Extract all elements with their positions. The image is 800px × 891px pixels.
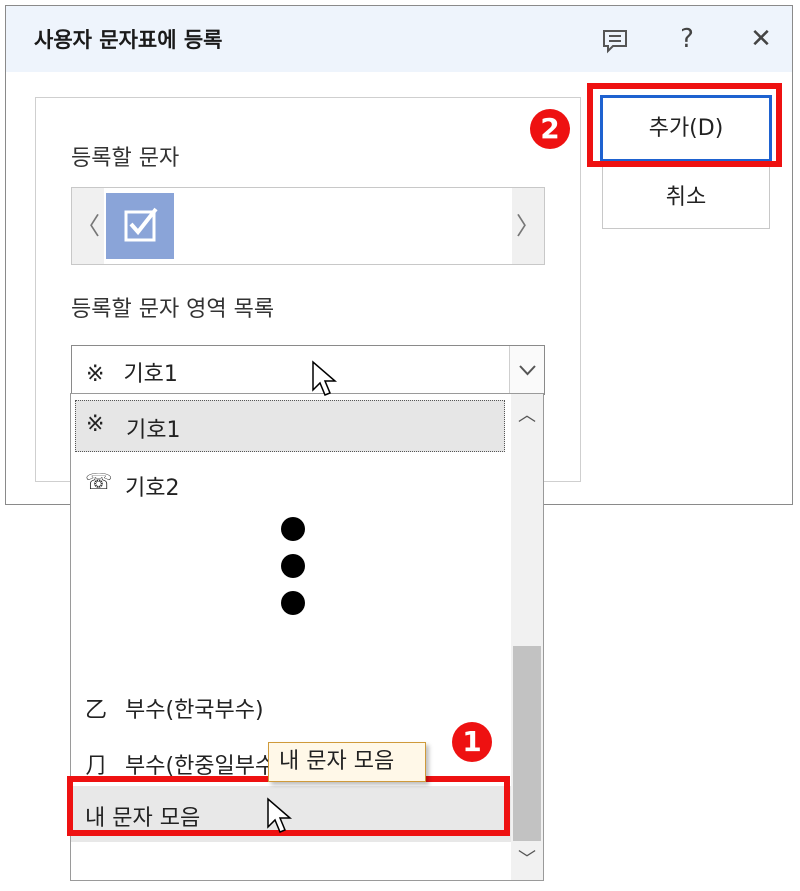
strip-right-arrow[interactable]: 〉 bbox=[512, 188, 544, 264]
highlight-add-button bbox=[587, 83, 782, 167]
annotation-badge-2: 2 bbox=[530, 109, 570, 149]
list-item[interactable]: ☏ 기호2 bbox=[71, 456, 511, 512]
combo-symbol: ※ bbox=[86, 362, 105, 387]
item-symbol: ※ bbox=[86, 412, 105, 437]
mouse-cursor-icon bbox=[267, 797, 293, 833]
item-label: 기호2 bbox=[125, 476, 180, 501]
item-label: 기호1 bbox=[126, 418, 181, 443]
dialog-title: 사용자 문자표에 등록 bbox=[34, 28, 223, 52]
scroll-up-button[interactable]: ︿ bbox=[511, 396, 543, 436]
item-label: 부수(한국부수) bbox=[125, 698, 264, 723]
mouse-cursor-icon bbox=[312, 360, 338, 396]
item-symbol: 乙 bbox=[85, 698, 108, 723]
cancel-button[interactable]: 취소 bbox=[602, 166, 770, 229]
selected-char-cell[interactable] bbox=[106, 193, 174, 259]
combo-value: ※ 기호1 bbox=[86, 356, 178, 388]
ellipsis-dot bbox=[281, 591, 305, 615]
help-button[interactable]: ? bbox=[670, 24, 704, 54]
strip-left-arrow[interactable]: 〈 bbox=[72, 188, 104, 264]
ellipsis-dot bbox=[281, 517, 305, 541]
ellipsis-dot bbox=[281, 554, 305, 578]
title-bar: 사용자 문자표에 등록 ? ✕ bbox=[6, 6, 792, 72]
checkbox-icon bbox=[124, 207, 158, 242]
register-char-label: 등록할 문자 bbox=[71, 146, 180, 171]
scroll-down-button[interactable]: ﹀ bbox=[511, 842, 543, 878]
list-item[interactable]: 乙 부수(한국부수) bbox=[71, 678, 511, 734]
list-item[interactable]: ※ 기호1 bbox=[75, 400, 505, 452]
close-button[interactable]: ✕ bbox=[744, 24, 778, 54]
area-list-label: 등록할 문자 영역 목록 bbox=[71, 297, 275, 322]
list-scrollbar[interactable]: ︿ ﹀ bbox=[511, 394, 543, 880]
annotation-badge-1: 1 bbox=[452, 722, 492, 762]
item-symbol: ☏ bbox=[85, 470, 113, 495]
comment-icon[interactable] bbox=[598, 24, 632, 54]
combo-dropdown-button[interactable] bbox=[509, 346, 544, 394]
char-strip: 〈 〉 bbox=[71, 187, 545, 265]
chevron-down-icon bbox=[519, 365, 536, 376]
tooltip: 내 문자 모음 bbox=[268, 742, 426, 782]
area-combobox[interactable]: ※ 기호1 bbox=[71, 345, 545, 395]
combo-label: 기호1 bbox=[123, 362, 178, 387]
scroll-thumb[interactable] bbox=[513, 646, 541, 841]
